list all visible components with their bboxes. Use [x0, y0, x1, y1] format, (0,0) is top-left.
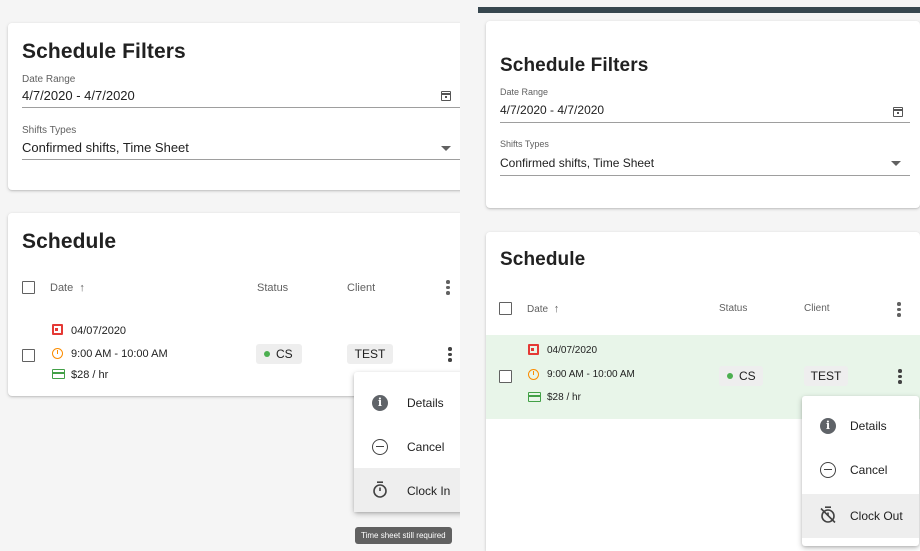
- date-range-input-2[interactable]: 4/7/2020 - 4/7/2020: [500, 103, 604, 117]
- info-icon-2: i: [820, 418, 836, 434]
- dropdown-caret-icon[interactable]: [441, 146, 451, 151]
- row-checkbox[interactable]: [22, 349, 35, 362]
- menu-item-clock-in[interactable]: Clock In: [354, 468, 468, 512]
- menu-label-cancel-2: Cancel: [850, 463, 888, 477]
- shift-types-select-2[interactable]: Confirmed shifts, Time Sheet: [500, 156, 654, 170]
- menu-label-clock-out: Clock Out: [850, 509, 903, 523]
- menu-item-clock-out[interactable]: Clock Out: [802, 494, 919, 538]
- date-range-underline: [22, 107, 468, 108]
- menu-item-cancel-2[interactable]: Cancel: [802, 448, 919, 492]
- date-header-label-2: Date: [527, 304, 549, 315]
- row-rate-2: $28 / hr: [547, 392, 581, 403]
- more-vert-icon[interactable]: [446, 280, 450, 296]
- shift-types-underline: [22, 159, 468, 160]
- row-more-vert-icon[interactable]: [448, 347, 452, 363]
- schedule-title: Schedule: [22, 230, 117, 253]
- row-rate: $28 / hr: [71, 369, 109, 381]
- menu-label-details-2: Details: [850, 419, 887, 433]
- clock-icon: [52, 348, 63, 359]
- row-more-vert-icon-2[interactable]: [898, 369, 902, 385]
- app-header-bar: [478, 7, 920, 13]
- status-column-header: Status: [257, 282, 289, 294]
- row-time: 9:00 AM - 10:00 AM: [71, 348, 168, 360]
- event-icon-2: [528, 344, 539, 355]
- client-chip: TEST: [347, 344, 393, 364]
- menu-label-clock-in: Clock In: [407, 484, 451, 498]
- menu-item-cancel[interactable]: Cancel: [354, 424, 468, 468]
- row-actions-menu: i Details Cancel Clock In: [354, 372, 468, 512]
- shift-types-select[interactable]: Confirmed shifts, Time Sheet: [22, 140, 189, 155]
- date-range-label: Date Range: [22, 74, 76, 85]
- date-column-header-2[interactable]: Date ↑: [527, 303, 559, 315]
- select-all-checkbox[interactable]: [22, 281, 35, 294]
- menu-label-details: Details: [407, 396, 444, 410]
- status-dot-2: [727, 373, 733, 379]
- select-all-checkbox-2[interactable]: [499, 302, 512, 315]
- schedule-card: Schedule Date ↑ Status Client 04/07/2020…: [8, 213, 469, 396]
- status-column-header-2: Status: [719, 303, 748, 314]
- shift-types-label: Shifts Types: [22, 125, 77, 136]
- info-icon: i: [372, 395, 388, 411]
- date-range-label-2: Date Range: [500, 87, 549, 97]
- date-header-label: Date: [50, 282, 74, 294]
- client-text-2: TEST: [810, 369, 842, 383]
- filters-title: Schedule Filters: [22, 40, 186, 63]
- date-range-input[interactable]: 4/7/2020 - 4/7/2020: [22, 88, 135, 103]
- schedule-title-2: Schedule: [500, 249, 586, 270]
- timer-icon: [373, 481, 387, 498]
- date-range-underline-2: [500, 122, 910, 123]
- menu-item-details-2[interactable]: i Details: [802, 404, 919, 448]
- cancel-icon: [372, 439, 388, 455]
- shift-types-label-2: Shifts Types: [500, 139, 549, 149]
- dropdown-caret-icon-2[interactable]: [891, 161, 901, 166]
- client-text: TEST: [354, 347, 386, 361]
- sort-up-icon-2: ↑: [553, 303, 560, 315]
- status-badge-2: CS: [719, 366, 763, 386]
- status-dot: [264, 351, 270, 357]
- timer-off-icon: [820, 506, 836, 523]
- client-chip-2: TEST: [804, 366, 848, 386]
- clock-in-tooltip: Time sheet still required: [355, 527, 452, 544]
- calendar-icon[interactable]: [441, 91, 451, 101]
- client-column-header: Client: [347, 282, 376, 294]
- cancel-icon-2: [820, 462, 836, 478]
- schedule-filters-card-2: Schedule Filters Date Range 4/7/2020 - 4…: [486, 21, 920, 208]
- row-time-2: 9:00 AM - 10:00 AM: [547, 369, 635, 380]
- menu-label-cancel: Cancel: [407, 440, 445, 454]
- calendar-icon-2[interactable]: [893, 107, 903, 117]
- right-screen: Schedule Filters Date Range 4/7/2020 - 4…: [460, 0, 920, 551]
- clock-icon-2: [528, 369, 539, 380]
- schedule-filters-card: Schedule Filters Date Range 4/7/2020 - 4…: [8, 23, 469, 190]
- row-actions-menu-2: i Details Cancel Clock Out: [802, 396, 919, 546]
- date-column-header[interactable]: Date ↑: [50, 282, 85, 294]
- event-icon: [52, 324, 63, 335]
- status-badge: CS: [256, 344, 302, 364]
- more-vert-icon-2[interactable]: [897, 302, 901, 318]
- credit-card-icon-2: [528, 392, 541, 402]
- filters-title-2: Schedule Filters: [500, 55, 649, 76]
- row-checkbox-2[interactable]: [499, 370, 512, 383]
- status-text: CS: [276, 347, 293, 361]
- shift-types-underline-2: [500, 175, 910, 176]
- row-date-2: 04/07/2020: [547, 345, 598, 356]
- credit-card-icon: [52, 369, 65, 379]
- menu-item-details[interactable]: i Details: [354, 380, 468, 424]
- client-column-header-2: Client: [804, 303, 830, 314]
- left-screen: Schedule Filters Date Range 4/7/2020 - 4…: [0, 0, 469, 551]
- row-date: 04/07/2020: [71, 325, 127, 337]
- sort-up-icon: ↑: [79, 282, 85, 294]
- status-text-2: CS: [739, 369, 756, 383]
